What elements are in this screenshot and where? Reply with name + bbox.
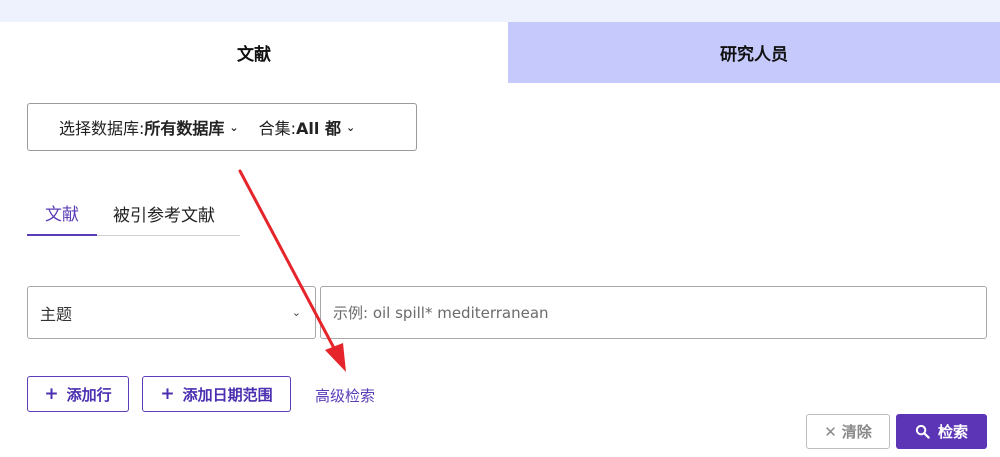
collection-value: All 都 [296,119,341,138]
database-label: 选择数据库: [59,119,145,138]
search-icon [915,424,930,439]
subtab-documents-label: 文献 [45,204,79,225]
search-field-select[interactable]: 主题 ⌄ [27,286,316,339]
subtab-documents[interactable]: 文献 [27,190,97,236]
add-row-button[interactable]: + 添加行 [27,376,129,412]
tab-documents-label: 文献 [237,45,271,65]
clear-label: 清除 [841,423,872,441]
add-row-label: 添加行 [66,385,112,404]
chevron-down-icon: ⌄ [291,306,301,319]
tab-researchers[interactable]: 研究人员 [508,22,1000,83]
database-dropdown[interactable]: 选择数据库: 所有数据库 ⌄ [59,115,259,139]
database-selector: 选择数据库: 所有数据库 ⌄ 合集: All 都 ⌄ [27,103,417,151]
search-label: 检索 [937,423,968,441]
chevron-down-icon: ⌄ [345,120,356,134]
database-value: 所有数据库 [144,119,225,138]
search-field-value: 主题 [40,304,73,324]
tab-documents[interactable]: 文献 [0,22,508,83]
plus-icon: + [160,384,175,404]
clear-button[interactable]: ✕ 清除 [806,414,890,449]
tab-researchers-label: 研究人员 [720,45,788,65]
top-strip [0,0,1000,22]
collection-dropdown[interactable]: 合集: All 都 ⌄ [259,115,356,139]
subtab-cited-references[interactable]: 被引参考文献 [113,190,215,236]
plus-icon: + [44,384,59,404]
search-button[interactable]: 检索 [896,414,987,449]
close-icon: ✕ [824,422,837,441]
add-date-range-button[interactable]: + 添加日期范围 [142,376,291,412]
add-date-range-label: 添加日期范围 [182,385,273,404]
chevron-down-icon: ⌄ [229,120,239,134]
search-subtabs: 文献 被引参考文献 [27,190,240,236]
collection-label: 合集: [258,119,297,138]
advanced-search-link[interactable]: 高级检索 [315,385,375,406]
search-input[interactable] [320,286,987,339]
subtab-cited-references-label: 被引参考文献 [113,205,215,226]
